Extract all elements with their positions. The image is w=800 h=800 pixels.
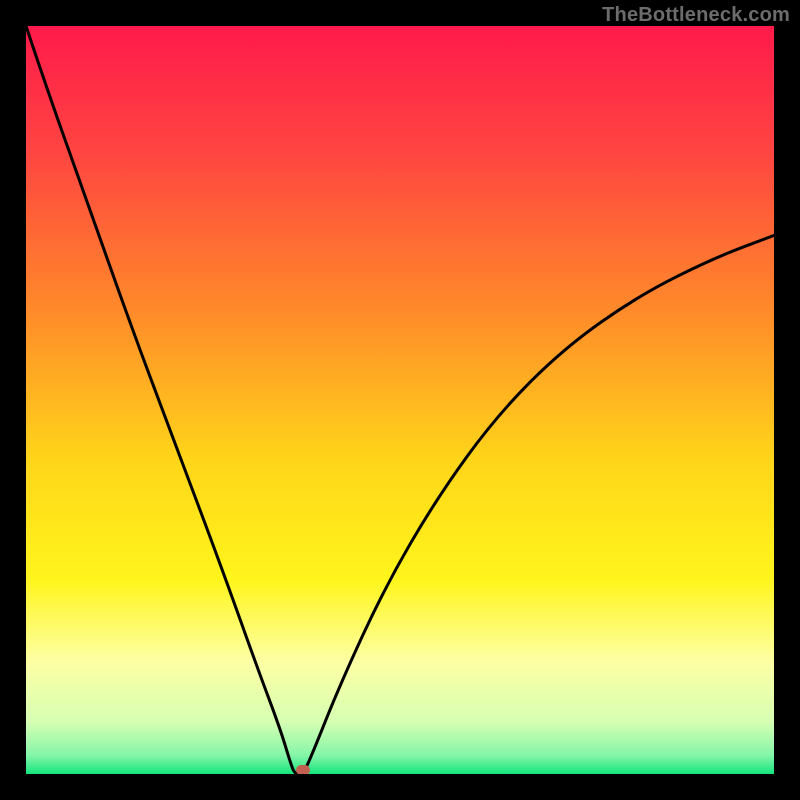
optimal-marker	[296, 765, 310, 774]
bottleneck-curve	[26, 26, 774, 774]
chart-frame: TheBottleneck.com	[0, 0, 800, 800]
watermark-text: TheBottleneck.com	[602, 4, 790, 27]
plot-area	[26, 26, 774, 774]
curve-layer	[26, 26, 774, 774]
